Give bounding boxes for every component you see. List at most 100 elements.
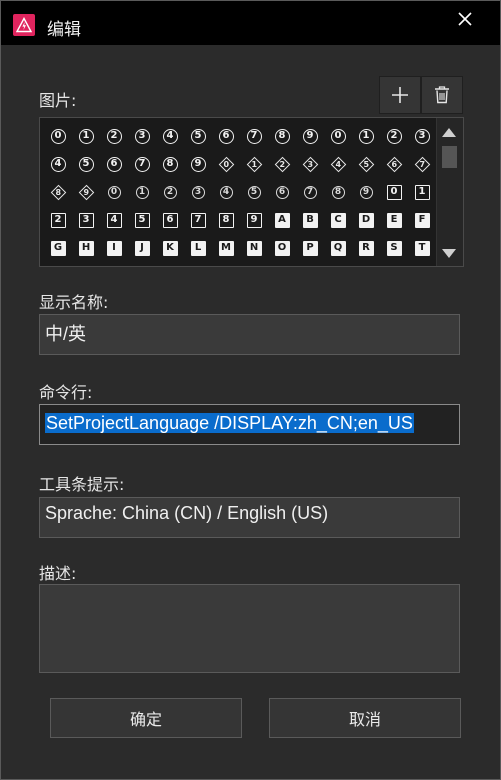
image-item[interactable]: R xyxy=(352,234,380,262)
image-item[interactable]: 8 xyxy=(324,178,352,206)
image-item[interactable]: 2 xyxy=(100,122,128,150)
image-item[interactable]: 9 xyxy=(184,150,212,178)
image-item[interactable]: M xyxy=(212,234,240,262)
image-item[interactable]: 2 xyxy=(44,206,72,234)
image-item[interactable]: I xyxy=(100,234,128,262)
image-item[interactable]: 5 xyxy=(240,178,268,206)
image-item[interactable]: 3 xyxy=(72,206,100,234)
image-item[interactable]: 5 xyxy=(184,122,212,150)
image-item[interactable]: 6 xyxy=(268,178,296,206)
circle-number-icon: 5 xyxy=(78,156,94,172)
display-name-input[interactable]: 中/英 xyxy=(39,314,460,355)
image-item[interactable]: 3 xyxy=(296,150,324,178)
image-item[interactable]: 4 xyxy=(156,122,184,150)
image-item[interactable]: 3 xyxy=(184,178,212,206)
display-name-label: 显示名称: xyxy=(39,293,109,312)
image-item[interactable]: 1 xyxy=(352,122,380,150)
image-item[interactable]: 9 xyxy=(240,206,268,234)
image-item[interactable]: 8 xyxy=(268,122,296,150)
command-line-input[interactable]: SetProjectLanguage /DISPLAY:zh_CN;en_US xyxy=(39,404,460,445)
image-item[interactable]: 8 xyxy=(212,206,240,234)
image-item[interactable]: K xyxy=(156,234,184,262)
image-item[interactable]: A xyxy=(268,206,296,234)
image-item-label: 4 xyxy=(335,158,341,168)
image-item[interactable]: P xyxy=(296,234,324,262)
image-item[interactable]: 3 xyxy=(408,122,436,150)
image-item[interactable]: B xyxy=(296,206,324,234)
image-item[interactable]: D xyxy=(352,206,380,234)
circle-number-icon: 2 xyxy=(163,185,177,199)
image-list-scrollbar[interactable] xyxy=(436,118,463,266)
scroll-down-icon[interactable] xyxy=(442,249,456,258)
square-number-icon: 5 xyxy=(134,212,150,228)
circle-number-icon: 6 xyxy=(218,128,234,144)
image-item[interactable]: L xyxy=(184,234,212,262)
image-item[interactable]: 8 xyxy=(44,178,72,206)
image-item[interactable]: N xyxy=(240,234,268,262)
square-number-icon: 0 xyxy=(386,184,402,200)
circle-number-icon: 1 xyxy=(135,185,149,199)
image-item-label: 6 xyxy=(391,158,397,168)
image-item[interactable]: C xyxy=(324,206,352,234)
image-item[interactable]: 6 xyxy=(212,122,240,150)
image-item[interactable]: G xyxy=(44,234,72,262)
cancel-button[interactable]: 取消 xyxy=(269,698,461,738)
image-item[interactable]: 7 xyxy=(296,178,324,206)
image-item[interactable]: 0 xyxy=(212,150,240,178)
image-item[interactable]: 9 xyxy=(296,122,324,150)
image-item[interactable]: 2 xyxy=(380,122,408,150)
image-item[interactable]: T xyxy=(408,234,436,262)
image-item[interactable]: 7 xyxy=(128,150,156,178)
image-item[interactable]: 2 xyxy=(156,178,184,206)
image-item[interactable]: E xyxy=(380,206,408,234)
image-item[interactable]: 2 xyxy=(268,150,296,178)
tooltip-label: 工具条提示: xyxy=(39,475,125,494)
image-item[interactable]: 0 xyxy=(100,178,128,206)
ok-button[interactable]: 确定 xyxy=(50,698,242,738)
image-list[interactable]: 0123456789012345678901234567890123456789… xyxy=(39,117,464,267)
image-item[interactable]: 6 xyxy=(156,206,184,234)
close-button[interactable] xyxy=(453,7,477,31)
delete-image-button[interactable] xyxy=(421,76,463,114)
image-item[interactable]: J xyxy=(128,234,156,262)
image-item[interactable]: 5 xyxy=(128,206,156,234)
image-item[interactable]: 0 xyxy=(324,122,352,150)
image-item[interactable]: 1 xyxy=(240,150,268,178)
image-item[interactable]: 3 xyxy=(128,122,156,150)
scroll-up-icon[interactable] xyxy=(442,128,456,137)
image-item[interactable]: 7 xyxy=(240,122,268,150)
image-item[interactable]: Q xyxy=(324,234,352,262)
circle-number-icon: 0 xyxy=(107,185,121,199)
image-item[interactable]: 5 xyxy=(72,150,100,178)
image-item[interactable]: 9 xyxy=(72,178,100,206)
image-item[interactable]: S xyxy=(380,234,408,262)
tooltip-input[interactable]: Sprache: China (CN) / English (US) xyxy=(39,497,460,538)
image-item[interactable]: 0 xyxy=(44,122,72,150)
description-textarea[interactable] xyxy=(39,584,460,673)
image-item[interactable]: F xyxy=(408,206,436,234)
image-item[interactable]: O xyxy=(268,234,296,262)
add-image-button[interactable] xyxy=(379,76,421,114)
image-item[interactable]: 0 xyxy=(380,178,408,206)
letter-block-icon: Q xyxy=(330,240,346,256)
letter-block-icon: M xyxy=(218,240,234,256)
square-number-icon: 7 xyxy=(190,212,206,228)
letter-block-icon: G xyxy=(50,240,66,256)
image-item[interactable]: 1 xyxy=(408,178,436,206)
image-item[interactable]: 7 xyxy=(184,206,212,234)
image-item[interactable]: 7 xyxy=(408,150,436,178)
image-item[interactable]: 6 xyxy=(380,150,408,178)
image-item[interactable]: 1 xyxy=(72,122,100,150)
image-item[interactable]: 4 xyxy=(324,150,352,178)
image-item[interactable]: 1 xyxy=(128,178,156,206)
circle-number-icon: 5 xyxy=(190,128,206,144)
image-item[interactable]: 6 xyxy=(100,150,128,178)
image-item[interactable]: 8 xyxy=(156,150,184,178)
image-item[interactable]: 4 xyxy=(44,150,72,178)
image-item[interactable]: H xyxy=(72,234,100,262)
image-item[interactable]: 4 xyxy=(100,206,128,234)
scroll-thumb[interactable] xyxy=(442,146,457,168)
image-item[interactable]: 9 xyxy=(352,178,380,206)
image-item[interactable]: 4 xyxy=(212,178,240,206)
image-item[interactable]: 5 xyxy=(352,150,380,178)
